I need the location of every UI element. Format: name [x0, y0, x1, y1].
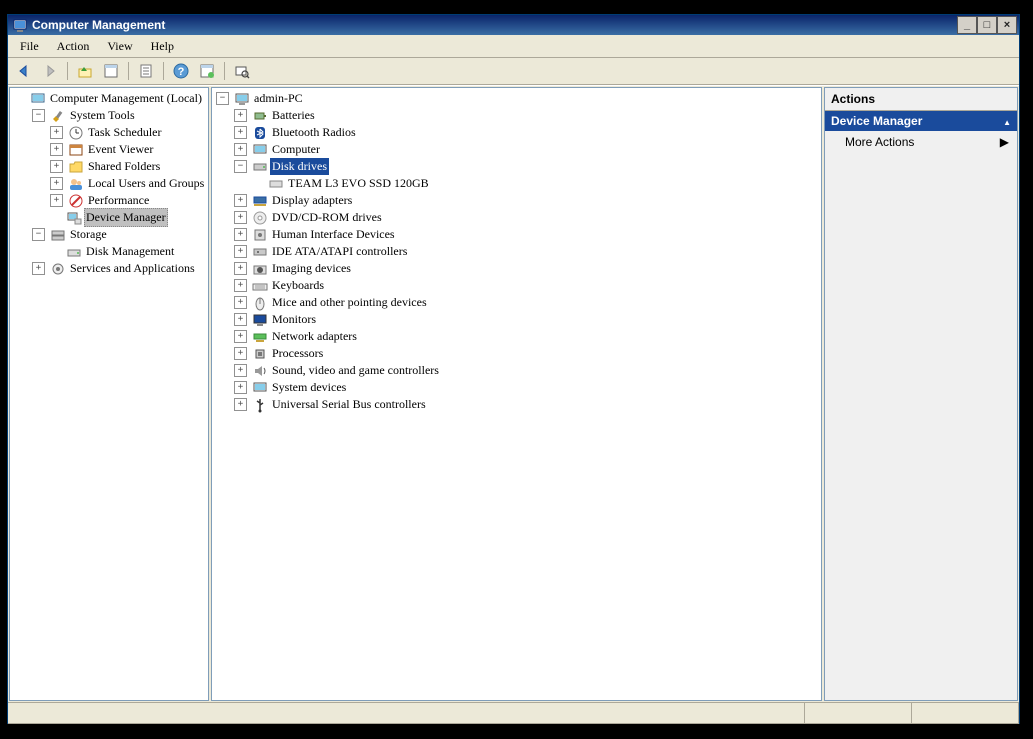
tools-icon — [50, 108, 66, 124]
performance-icon — [68, 193, 84, 209]
tree-task-scheduler[interactable]: +Task Scheduler — [50, 124, 206, 141]
cat-mice[interactable]: +Mice and other pointing devices — [234, 294, 819, 311]
properties-button[interactable] — [134, 59, 158, 83]
status-cell-3 — [912, 703, 1019, 724]
maximize-button[interactable]: □ — [977, 16, 997, 34]
tree-local-users[interactable]: +Local Users and Groups — [50, 175, 206, 192]
ide-icon — [252, 244, 268, 260]
tree-root-computer-management[interactable]: Computer Management (Local) — [14, 90, 206, 107]
computer-cat-icon — [252, 142, 268, 158]
window-title: Computer Management — [32, 18, 957, 32]
cat-usb[interactable]: +Universal Serial Bus controllers — [234, 396, 819, 413]
bluetooth-icon — [252, 125, 268, 141]
monitor-icon — [252, 312, 268, 328]
cat-bluetooth[interactable]: +Bluetooth Radios — [234, 124, 819, 141]
actions-pane: Actions Device Manager More Actions ▶ — [824, 87, 1018, 701]
users-icon — [68, 176, 84, 192]
dvd-icon — [252, 210, 268, 226]
device-root[interactable]: − admin-PC — [216, 90, 819, 107]
menu-action[interactable]: Action — [49, 37, 98, 56]
ssd-icon — [268, 176, 284, 192]
tree-services-apps[interactable]: +Services and Applications — [32, 260, 206, 277]
title-bar[interactable]: Computer Management _ □ × — [8, 15, 1019, 35]
refresh-button[interactable] — [195, 59, 219, 83]
arrow-right-icon: ▶ — [1000, 135, 1009, 149]
computer-management-icon — [30, 91, 46, 107]
shared-folder-icon — [68, 159, 84, 175]
cat-processors[interactable]: +Processors — [234, 345, 819, 362]
show-hide-console-button[interactable] — [99, 59, 123, 83]
menu-view[interactable]: View — [99, 37, 140, 56]
more-actions[interactable]: More Actions ▶ — [825, 131, 1017, 153]
actions-section-header[interactable]: Device Manager — [825, 111, 1017, 131]
cat-computer[interactable]: +Computer — [234, 141, 819, 158]
status-bar — [8, 702, 1019, 723]
svg-text:?: ? — [178, 66, 185, 78]
hid-icon — [252, 227, 268, 243]
menu-bar: File Action View Help — [8, 35, 1019, 58]
help-button[interactable]: ? — [169, 59, 193, 83]
close-button[interactable]: × — [997, 16, 1017, 34]
status-cell-2 — [805, 703, 912, 724]
disk-team-ssd[interactable]: TEAM L3 EVO SSD 120GB — [252, 175, 819, 192]
body-area: Computer Management (Local) − System Too… — [8, 85, 1019, 702]
cat-disk-drives[interactable]: − Disk drives — [234, 158, 819, 175]
battery-icon — [252, 108, 268, 124]
scan-button[interactable] — [230, 59, 254, 83]
navigation-pane[interactable]: Computer Management (Local) − System Too… — [9, 87, 209, 701]
cat-imaging[interactable]: +Imaging devices — [234, 260, 819, 277]
cat-batteries[interactable]: +Batteries — [234, 107, 819, 124]
services-icon — [50, 261, 66, 277]
device-manager-icon — [66, 210, 82, 226]
cat-ide[interactable]: +IDE ATA/ATAPI controllers — [234, 243, 819, 260]
network-icon — [252, 329, 268, 345]
tree-system-tools[interactable]: − System Tools — [32, 107, 206, 124]
cat-system[interactable]: +System devices — [234, 379, 819, 396]
minimize-button[interactable]: _ — [957, 16, 977, 34]
system-device-icon — [252, 380, 268, 396]
cat-dvd[interactable]: +DVD/CD-ROM drives — [234, 209, 819, 226]
forward-button[interactable] — [38, 59, 62, 83]
tree-disk-management[interactable]: Disk Management — [50, 243, 206, 260]
actions-header: Actions — [825, 88, 1017, 111]
tree-performance[interactable]: +Performance — [50, 192, 206, 209]
menu-help[interactable]: Help — [143, 37, 182, 56]
display-adapter-icon — [252, 193, 268, 209]
tree-shared-folders[interactable]: +Shared Folders — [50, 158, 206, 175]
computer-icon — [234, 91, 250, 107]
up-button[interactable] — [73, 59, 97, 83]
sound-icon — [252, 363, 268, 379]
back-button[interactable] — [12, 59, 36, 83]
computer-management-window: Computer Management _ □ × File Action Vi… — [7, 14, 1020, 724]
mouse-icon — [252, 295, 268, 311]
app-icon — [12, 17, 28, 33]
tree-device-manager[interactable]: Device Manager — [50, 209, 206, 226]
toolbar: ? — [8, 58, 1019, 85]
clock-icon — [68, 125, 84, 141]
tree-event-viewer[interactable]: +Event Viewer — [50, 141, 206, 158]
imaging-icon — [252, 261, 268, 277]
processor-icon — [252, 346, 268, 362]
keyboard-icon — [252, 278, 268, 294]
event-viewer-icon — [68, 142, 84, 158]
storage-icon — [50, 227, 66, 243]
cat-sound[interactable]: +Sound, video and game controllers — [234, 362, 819, 379]
usb-icon — [252, 397, 268, 413]
collapse-icon — [1003, 114, 1011, 128]
device-tree-pane[interactable]: − admin-PC +Batteries +Bluetooth Radios … — [211, 87, 822, 701]
disk-management-icon — [66, 244, 82, 260]
cat-hid[interactable]: +Human Interface Devices — [234, 226, 819, 243]
menu-file[interactable]: File — [12, 37, 47, 56]
tree-storage[interactable]: − Storage — [32, 226, 206, 243]
cat-network[interactable]: +Network adapters — [234, 328, 819, 345]
cat-display[interactable]: +Display adapters — [234, 192, 819, 209]
cat-monitors[interactable]: +Monitors — [234, 311, 819, 328]
status-main — [8, 703, 805, 724]
disk-drive-icon — [252, 159, 268, 175]
cat-keyboards[interactable]: +Keyboards — [234, 277, 819, 294]
